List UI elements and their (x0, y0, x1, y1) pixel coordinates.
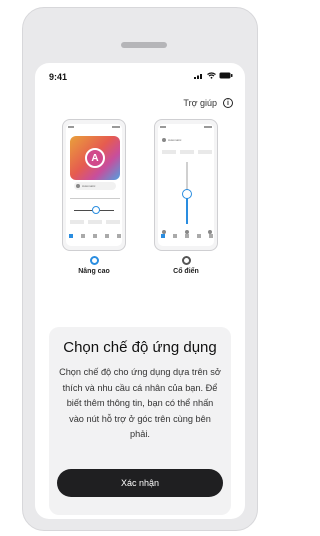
card-description: Chọn chế độ cho ứng dụng dựa trên sở thí… (59, 367, 221, 439)
mode-option-advanced[interactable]: Nâng cao (62, 256, 126, 275)
battery-icon (219, 72, 233, 79)
volume-thumb (182, 189, 192, 199)
radio-selected[interactable] (89, 256, 99, 265)
help-button[interactable]: Trợ giúp i (183, 98, 233, 108)
app-screen: 9:41 Trợ giúp i A Automatic Automatic Nâ… (35, 63, 245, 519)
radio-unselected[interactable] (181, 256, 191, 265)
program-image: A (70, 136, 120, 180)
program-icon (162, 138, 166, 142)
phone-frame: 9:41 Trợ giúp i A Automatic Automatic Nâ… (22, 7, 258, 531)
status-time: 9:41 (49, 72, 68, 82)
mini-tabs (162, 150, 212, 156)
wifi-icon (207, 72, 216, 79)
program-icon (76, 184, 80, 188)
info-card: Chọn chế độ ứng dụng Chọn chế độ cho ứng… (49, 327, 231, 515)
mini-navbar (161, 234, 213, 242)
program-name: Automatic (168, 138, 182, 142)
mode-label-advanced: Nâng cao (78, 268, 110, 275)
speaker-notch (121, 42, 167, 48)
status-bar: 9:41 (35, 63, 245, 89)
mini-status-classic (160, 126, 212, 129)
program-name: Automatic (82, 184, 96, 188)
status-icons (194, 72, 233, 79)
card-title: Chọn chế độ ứng dụng (63, 339, 217, 356)
advanced-mode-preview[interactable]: A Automatic (62, 119, 126, 251)
mini-tabs (70, 220, 120, 226)
help-label: Trợ giúp (183, 98, 217, 108)
program-pill: Automatic (74, 182, 116, 190)
mini-navbar (69, 234, 121, 242)
divider (70, 198, 120, 199)
volume-slider-thumb (92, 206, 100, 214)
confirm-button[interactable]: Xác nhận (57, 469, 223, 497)
mode-option-classic[interactable]: Cổ điển (154, 256, 218, 275)
mode-label-classic: Cổ điển (173, 268, 199, 275)
mini-status (68, 126, 120, 129)
program-row: Automatic (162, 136, 212, 144)
info-icon: i (223, 98, 233, 108)
program-letter: A (85, 148, 105, 168)
signal-icon (194, 74, 202, 79)
classic-mode-preview[interactable]: Automatic (154, 119, 218, 251)
